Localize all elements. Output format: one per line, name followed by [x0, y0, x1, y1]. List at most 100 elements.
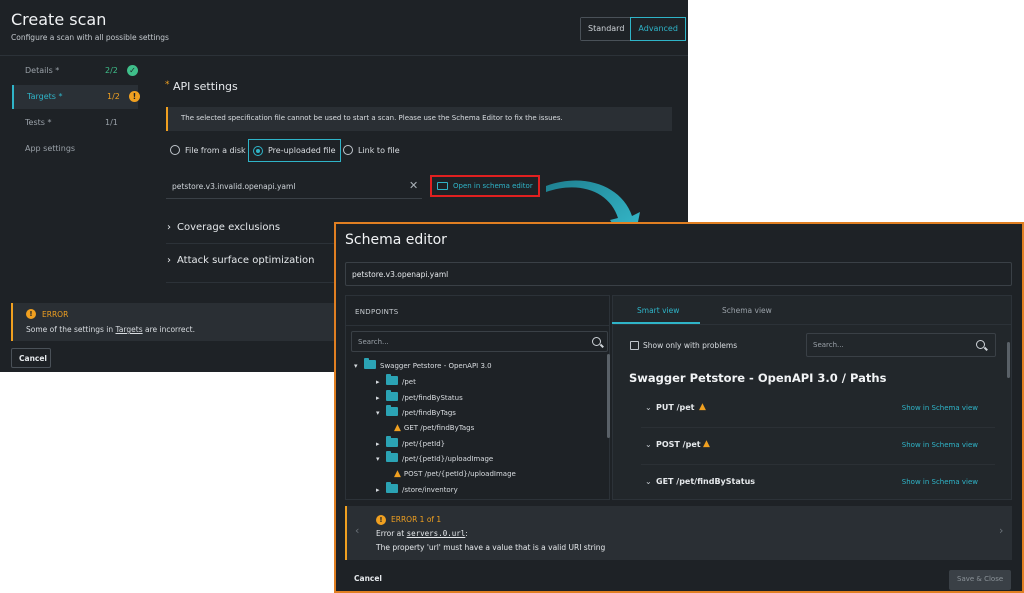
- editor-cancel-button[interactable]: Cancel: [354, 574, 382, 583]
- scrollbar[interactable]: [607, 354, 610, 438]
- warning-circle-icon: !: [129, 91, 140, 102]
- step-label: Details *: [25, 66, 60, 75]
- chevron-left-icon[interactable]: ‹: [355, 524, 359, 537]
- targets-link[interactable]: Targets: [115, 325, 142, 334]
- search-placeholder: Search...: [358, 338, 389, 346]
- error-location: Error at servers.0.url:: [376, 529, 468, 538]
- chevron-right-icon: ›: [167, 255, 171, 266]
- tree-label: /store/inventory: [402, 486, 458, 494]
- warning-icon: ▲: [394, 423, 401, 433]
- search-icon: [592, 337, 601, 346]
- step-details[interactable]: Details * 2/2 ✓: [12, 59, 138, 83]
- coverage-exclusions-toggle[interactable]: › Coverage exclusions: [167, 222, 280, 233]
- page-title: Create scan: [11, 10, 107, 29]
- folder-icon: [386, 482, 398, 493]
- tab-smart-view[interactable]: Smart view: [637, 306, 679, 315]
- attack-surface-toggle[interactable]: › Attack surface optimization: [167, 255, 314, 266]
- folder-icon: [386, 436, 398, 447]
- chevron-down-icon: ⌄: [645, 477, 652, 486]
- standard-mode-button[interactable]: Standard: [581, 18, 632, 40]
- show-in-schema-view-link[interactable]: Show in Schema view: [902, 478, 978, 486]
- path-row-put-pet[interactable]: ⌄ PUT /pet ▲ Show in Schema view: [641, 392, 995, 428]
- step-targets[interactable]: Targets * 1/2 !: [12, 85, 140, 109]
- step-label: Targets *: [27, 92, 63, 101]
- folder-icon: [386, 390, 398, 401]
- paths-search-input[interactable]: Search...: [806, 333, 996, 357]
- step-app-settings[interactable]: App settings: [12, 137, 138, 161]
- tree-label: /pet/{petId}/uploadImage: [402, 455, 494, 463]
- tree-item[interactable]: ▾ /pet/findByTags: [376, 405, 456, 420]
- chevron-right-icon: ▸: [376, 486, 380, 494]
- chevron-down-icon: ⌄: [645, 403, 652, 412]
- radio-pre-uploaded-file[interactable]: Pre-uploaded file: [248, 139, 341, 162]
- button-label: Save & Close: [957, 575, 1004, 583]
- tree-label: /pet/findByStatus: [402, 394, 463, 402]
- step-label: Tests *: [25, 118, 52, 127]
- schema-error-banner: ‹ ! ERROR 1 of 1 Error at servers.0.url:…: [345, 506, 1012, 560]
- check-circle-icon: ✓: [127, 65, 138, 76]
- path-label: GET /pet/findByStatus: [656, 477, 756, 486]
- schema-editor-window: Schema editor petstore.v3.openapi.yaml E…: [334, 222, 1024, 593]
- error-location-text: Error at: [376, 529, 407, 538]
- tab-schema-view[interactable]: Schema view: [722, 306, 772, 315]
- path-row-post-pet[interactable]: ⌄ POST /pet ▲ Show in Schema view: [641, 429, 995, 465]
- scrollbar[interactable]: [1007, 342, 1010, 378]
- info-message: The selected specification file cannot b…: [181, 114, 563, 122]
- radio-icon: [170, 145, 180, 155]
- collapsible-label: Attack surface optimization: [177, 255, 315, 266]
- tree-item[interactable]: ▸ /pet/findByStatus: [376, 390, 463, 405]
- tree-label: GET /pet/findByTags: [403, 424, 475, 432]
- tree-item[interactable]: ▸ /pet/{petId}: [376, 436, 445, 451]
- folder-icon: [386, 451, 398, 462]
- tree-item-endpoint[interactable]: ▲ GET /pet/findByTags: [394, 421, 474, 435]
- tree-item-endpoint[interactable]: ▲ POST /pet/{petId}/uploadImage: [394, 467, 516, 481]
- step-count: 2/2: [105, 66, 118, 75]
- show-in-schema-view-link[interactable]: Show in Schema view: [902, 404, 978, 412]
- show-in-schema-view-link[interactable]: Show in Schema view: [902, 441, 978, 449]
- cancel-button[interactable]: Cancel: [11, 348, 51, 368]
- warning-circle-icon: !: [26, 309, 36, 319]
- section-title: API settings: [173, 80, 238, 93]
- collapsible-label: Coverage exclusions: [177, 222, 281, 233]
- tree-label: /pet/findByTags: [402, 409, 456, 417]
- radio-label: File from a disk: [185, 145, 246, 155]
- radio-link-to-file[interactable]: Link to file: [339, 139, 404, 161]
- save-close-button[interactable]: Save & Close: [949, 570, 1011, 590]
- endpoints-search-input[interactable]: Search...: [351, 331, 608, 352]
- error-title: ERROR: [42, 310, 69, 319]
- tree-item[interactable]: ▸ /store/inventory: [376, 482, 458, 497]
- path-label: POST /pet: [656, 440, 701, 449]
- chevron-down-icon: ▾: [376, 409, 380, 417]
- chevron-right-icon: ▸: [376, 440, 380, 448]
- tree-item-root[interactable]: ▾ Swagger Petstore - OpenAPI 3.0: [354, 358, 492, 373]
- chevron-right-icon[interactable]: ›: [999, 524, 1003, 537]
- path-row-get-findbystatus[interactable]: ⌄ GET /pet/findByStatus Show in Schema v…: [641, 466, 995, 502]
- radio-file-from-disk[interactable]: File from a disk: [166, 139, 250, 161]
- error-location-text: :: [465, 529, 468, 538]
- folder-icon: [437, 182, 448, 190]
- clear-file-icon[interactable]: ✕: [409, 180, 418, 192]
- radio-selected-icon: [253, 145, 263, 156]
- folder-icon: [364, 358, 376, 369]
- step-tests[interactable]: Tests * 1/1: [12, 111, 138, 135]
- radio-icon: [343, 145, 353, 155]
- file-field[interactable]: petstore.v3.invalid.openapi.yaml: [166, 174, 422, 198]
- schema-file-input[interactable]: petstore.v3.openapi.yaml: [345, 262, 1012, 286]
- tree-item[interactable]: ▾ /pet/{petId}/uploadImage: [376, 451, 494, 466]
- open-schema-editor-button[interactable]: Open in schema editor: [430, 175, 540, 197]
- chevron-down-icon: ⌄: [645, 440, 652, 449]
- tree-item[interactable]: ▸ /pet: [376, 374, 416, 389]
- step-count: 1/2: [107, 92, 120, 101]
- api-settings-heading: * API settings: [165, 80, 238, 93]
- error-location-code[interactable]: servers.0.url: [407, 529, 466, 538]
- path-label: PUT /pet: [656, 403, 695, 412]
- search-placeholder: Search...: [813, 341, 844, 349]
- radio-label: Pre-uploaded file: [268, 146, 336, 155]
- endpoints-header: ENDPOINTS: [355, 308, 399, 316]
- search-icon: [976, 340, 985, 349]
- only-problems-checkbox[interactable]: [630, 341, 639, 350]
- checkbox-label: Show only with problems: [643, 341, 738, 350]
- header-divider: [0, 55, 688, 56]
- tree-label: /pet: [402, 378, 416, 386]
- advanced-mode-button[interactable]: Advanced: [630, 17, 686, 41]
